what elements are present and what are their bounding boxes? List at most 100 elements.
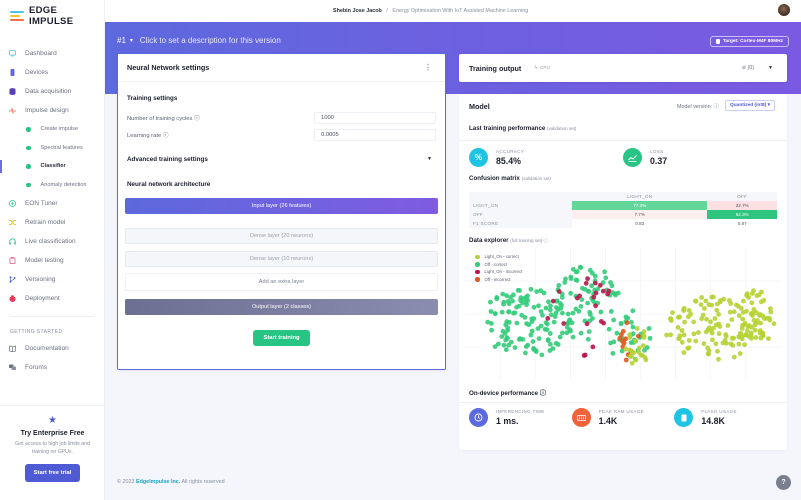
legend-item[interactable]: Off - correct — [475, 261, 522, 269]
enterprise-title: Try Enterprise Free — [20, 430, 85, 437]
model-version-select[interactable]: Quantized (int8) ▾ — [724, 100, 775, 111]
company-link[interactable]: EdgeImpulse Inc. — [136, 479, 180, 485]
last-training-performance-title: Last training performance (validation se… — [459, 125, 787, 132]
training-cycles-input[interactable]: 1000 — [314, 111, 436, 124]
scatter-point — [606, 288, 612, 294]
scatter-point — [583, 280, 589, 286]
sidebar-item-live-classification[interactable]: Live classification — [0, 232, 104, 251]
scatter-point — [542, 326, 548, 332]
sidebar-item-deployment[interactable]: Deployment — [0, 289, 104, 308]
breadcrumb: Shebin Jose Jacob / Energy Optimisation … — [333, 8, 528, 14]
sidebar-item-label: Anomaly detection — [40, 181, 87, 188]
advanced-training-settings-toggle[interactable]: Advanced training settings ▼ — [118, 152, 445, 166]
scatter-point — [718, 298, 723, 303]
add-extra-layer-button[interactable]: Add an extra layer — [125, 273, 438, 291]
sidebar-subitem-create-impulse[interactable]: Create impulse — [0, 120, 104, 139]
legend-item[interactable]: Off - incorrect — [475, 276, 522, 284]
scatter-point — [766, 315, 772, 321]
scatter-point — [682, 319, 687, 325]
scatter-point — [570, 310, 576, 316]
scatter-point — [552, 314, 558, 319]
legend-item[interactable]: Light_On - correct — [475, 253, 522, 261]
scatter-point — [576, 308, 582, 314]
target-device-badge[interactable]: Target: Cortex-M4F 80MHz — [709, 36, 789, 47]
sidebar-subitem-anomaly-detection[interactable]: Anomaly detection — [0, 176, 104, 195]
scatter-point — [618, 321, 624, 327]
percent-icon: % — [469, 148, 488, 167]
getting-started-label: GETTING STARTED — [10, 329, 63, 335]
sidebar-item-dashboard[interactable]: Dashboard — [0, 44, 104, 63]
scatter-point — [581, 353, 587, 358]
caret-down-icon[interactable]: ▼ — [768, 65, 773, 71]
scatter-point — [501, 342, 507, 348]
data-explorer-plot[interactable]: Light_On - correct Off - correct Light_O… — [465, 248, 781, 380]
scatter-point — [525, 293, 530, 299]
breadcrumb-user[interactable]: Shebin Jose Jacob — [333, 8, 382, 14]
scatter-point — [514, 304, 519, 310]
version-description[interactable]: Click to set a description for this vers… — [140, 36, 281, 45]
scatter-point — [744, 293, 749, 298]
user-avatar[interactable] — [778, 4, 790, 16]
sidebar-item-documentation[interactable]: Documentation — [0, 339, 104, 358]
version-selector[interactable]: #1 ▼ Click to set a description for this… — [117, 36, 281, 45]
training-cycles-label: Number of training cycles ⓘ — [127, 116, 200, 122]
scatter-point — [545, 337, 551, 342]
breadcrumb-project[interactable]: Energy Optimisation With IoT Assisted Ma… — [392, 8, 528, 14]
dense-layer[interactable]: Dense layer (20 neurons) — [125, 228, 438, 244]
card-title: Neural Network settings — [127, 63, 210, 72]
sidebar-item-versioning[interactable]: Versioning — [0, 270, 104, 289]
learning-rate-input[interactable]: 0.0005 — [314, 128, 436, 141]
legend-swatch-icon — [475, 254, 480, 259]
input-layer: Input layer (26 features) — [125, 198, 438, 214]
sidebar-item-retrain-model[interactable]: Retrain model — [0, 213, 104, 232]
scatter-point — [702, 306, 707, 311]
scatter-point — [597, 282, 603, 288]
scatter-point — [526, 322, 532, 328]
sidebar-item-impulse-design[interactable]: Impulse design — [0, 101, 104, 120]
scatter-point — [585, 300, 591, 306]
start-training-button[interactable]: Start training — [253, 330, 310, 346]
jobs-indicator[interactable]: ⊘ (0) — [742, 65, 754, 71]
scatter-point — [546, 299, 551, 305]
scatter-point — [570, 334, 576, 340]
scatter-point — [602, 269, 607, 275]
scatter-point — [676, 314, 682, 320]
scatter-point — [578, 330, 584, 336]
sidebar-subitem-classifier[interactable]: Classifier — [0, 157, 104, 176]
logo[interactable]: EDGE IMPULSE — [0, 0, 104, 32]
scatter-point — [588, 312, 593, 317]
kebab-menu-icon[interactable]: ⋮ — [424, 63, 432, 72]
scatter-point — [560, 310, 565, 316]
scatter-point — [727, 298, 732, 303]
sidebar-item-label: Forums — [25, 364, 48, 371]
scatter-point — [701, 341, 707, 347]
scatter-point — [723, 340, 729, 346]
sidebar: EDGE IMPULSE Dashboard Devices Data acqu… — [0, 0, 105, 500]
sidebar-item-data-acquisition[interactable]: Data acquisition — [0, 82, 104, 101]
sidebar-item-eon-tuner[interactable]: EON Tuner — [0, 194, 104, 213]
sidebar-subitem-spectral-features[interactable]: Spectral features — [0, 139, 104, 158]
scatter-point — [505, 325, 511, 331]
dense-layer[interactable]: Dense layer (10 neurons) — [125, 251, 438, 267]
scatter-point — [750, 313, 755, 318]
legend-item[interactable]: Light_On - incorrect — [475, 268, 522, 276]
help-button[interactable]: ? — [776, 475, 791, 490]
sidebar-item-forums[interactable]: Forums — [0, 358, 104, 377]
scatter-point — [603, 275, 609, 281]
database-icon — [9, 88, 16, 95]
scatter-point — [504, 293, 510, 299]
scatter-point — [639, 353, 645, 358]
matrix-cell: 22.7% — [707, 201, 777, 210]
scatter-point — [743, 332, 748, 338]
scatter-point — [640, 343, 646, 348]
logo-icon — [10, 11, 24, 21]
start-free-trial-button[interactable]: Start free trial — [24, 464, 81, 482]
sidebar-item-devices[interactable]: Devices — [0, 63, 104, 82]
scatter-point — [740, 316, 745, 322]
sidebar-item-model-testing[interactable]: Model testing — [0, 251, 104, 270]
row-label: OFF — [473, 212, 484, 217]
scatter-point — [499, 309, 505, 315]
scatter-point — [641, 335, 647, 340]
scatter-point — [629, 349, 635, 355]
scatter-point — [580, 285, 585, 291]
